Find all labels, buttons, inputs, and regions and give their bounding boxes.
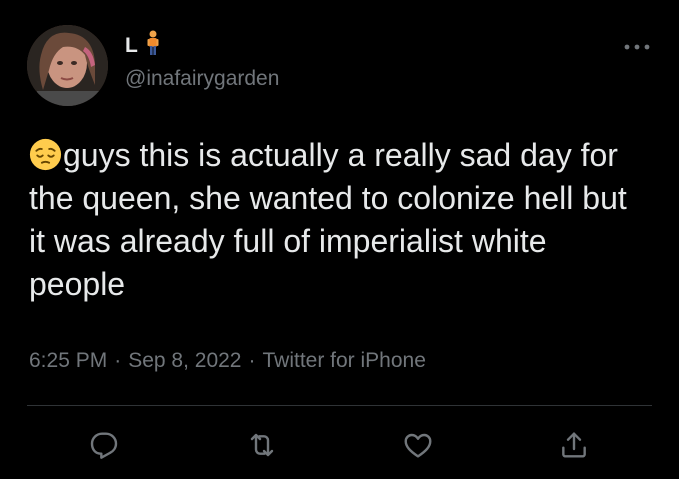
tweet-time[interactable]: 6:25 PM: [29, 349, 107, 372]
share-icon[interactable]: [558, 429, 590, 461]
more-options-icon[interactable]: [622, 40, 652, 52]
retweet-icon[interactable]: [246, 429, 278, 461]
reply-bubble-icon[interactable]: [88, 429, 120, 461]
avatar[interactable]: [27, 25, 108, 106]
heart-icon[interactable]: [402, 429, 434, 461]
tweet-text: guys this is actually a really sad day f…: [29, 134, 649, 306]
tweet-card: L @inafairygarden guys this is actually …: [0, 0, 679, 479]
meta-separator: ·: [114, 349, 122, 372]
display-name[interactable]: L: [125, 34, 138, 58]
person-standing-emoji-icon: [146, 30, 160, 61]
tweet-body-text: guys this is actually a really sad day f…: [29, 137, 627, 302]
pensive-face-emoji-icon: [29, 138, 62, 171]
tweet-metadata: 6:25 PM · Sep 8, 2022 · Twitter for iPhone: [29, 348, 426, 374]
meta-separator: ·: [248, 349, 256, 372]
tweet-source[interactable]: Twitter for iPhone: [262, 349, 425, 372]
user-handle[interactable]: @inafairygarden: [125, 67, 279, 91]
tweet-date[interactable]: Sep 8, 2022: [128, 349, 241, 372]
divider: [27, 405, 652, 406]
author-name-row: L: [125, 30, 160, 61]
action-bar: [0, 425, 679, 465]
